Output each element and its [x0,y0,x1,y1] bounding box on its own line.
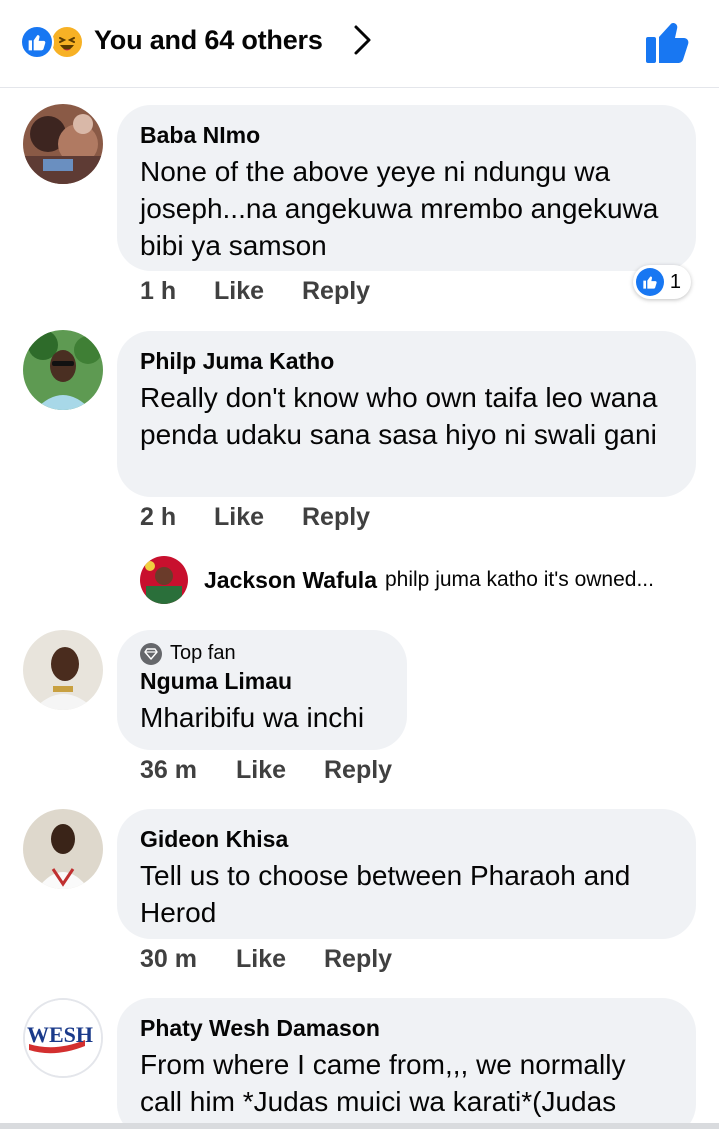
reply-preview[interactable]: Jackson Wafula philp juma katho it's own… [140,556,654,604]
reaction-count-value: 1 [669,270,681,293]
comment-author[interactable]: Phaty Wesh Damason [140,1014,673,1042]
comment-author[interactable]: Baba NImo [140,121,673,149]
like-button[interactable]: Like [236,945,324,974]
like-button[interactable]: Like [214,503,302,532]
comment-author[interactable]: Philp Juma Katho [140,347,673,375]
like-reaction-icon [20,25,54,59]
comment-bubble[interactable]: Top fan Nguma Limau Mharibifu wa inchi [117,630,407,750]
badge-label: Top fan [170,642,236,664]
reply-button[interactable]: Reply [302,503,370,532]
reply-text: philp juma katho it's owned... [384,568,654,591]
reply-button[interactable]: Reply [302,277,370,306]
avatar [140,556,188,604]
comment-time[interactable]: 36 m [140,756,236,785]
avatar[interactable] [23,104,103,184]
bottom-edge [0,1123,719,1129]
comment-bubble[interactable]: Philp Juma Katho Really don't know who o… [117,331,696,497]
reply-button[interactable]: Reply [324,945,392,974]
like-button[interactable]: Like [236,756,324,785]
comment-text: Really don't know who own taifa leo wana… [140,382,658,450]
comment-actions: 1 h Like Reply [140,277,370,306]
comment-time[interactable]: 1 h [140,277,214,306]
comment-actions: 2 h Like Reply [140,503,370,532]
diamond-icon [140,642,162,665]
reply-button[interactable]: Reply [324,756,392,785]
avatar-logo-text: WESH [27,1022,93,1047]
avatar[interactable]: WESH [23,998,103,1078]
reaction-summary-text: You and 64 others [94,24,323,55]
comment-actions: 36 m Like Reply [140,756,392,785]
top-fan-badge: Top fan [140,642,384,665]
comment-bubble[interactable]: Baba NImo None of the above yeye ni ndun… [117,105,696,271]
comment-text: Mharibifu wa inchi [140,702,365,733]
chevron-right-icon[interactable] [351,23,375,57]
comment-reaction-count[interactable]: 1 [632,265,691,299]
comment-bubble[interactable]: Phaty Wesh Damason From where I came fro… [117,998,696,1129]
avatar[interactable] [23,809,103,889]
comment-text: Tell us to choose between Pharaoh and He… [140,860,631,928]
avatar[interactable] [23,330,103,410]
reactions-summary[interactable]: You and 64 others [20,22,375,59]
reaction-icons [20,23,88,59]
reactions-header: You and 64 others [0,0,719,88]
comment-author[interactable]: Gideon Khisa [140,825,673,853]
comment-text: None of the above yeye ni ndungu wa jose… [140,156,659,261]
comment-actions: 30 m Like Reply [140,945,392,974]
reply-author: Jackson Wafula [204,566,377,593]
comment-time[interactable]: 30 m [140,945,236,974]
comment-time[interactable]: 2 h [140,503,214,532]
comment-text: From where I came from,,, we normally ca… [140,1049,626,1117]
thumbs-up-icon[interactable] [645,20,691,64]
like-reaction-icon [635,268,664,296]
haha-reaction-icon [50,25,84,59]
avatar[interactable] [23,630,103,710]
comment-author[interactable]: Nguma Limau [140,667,384,695]
comment-bubble[interactable]: Gideon Khisa Tell us to choose between P… [117,809,696,939]
like-button[interactable]: Like [214,277,302,306]
